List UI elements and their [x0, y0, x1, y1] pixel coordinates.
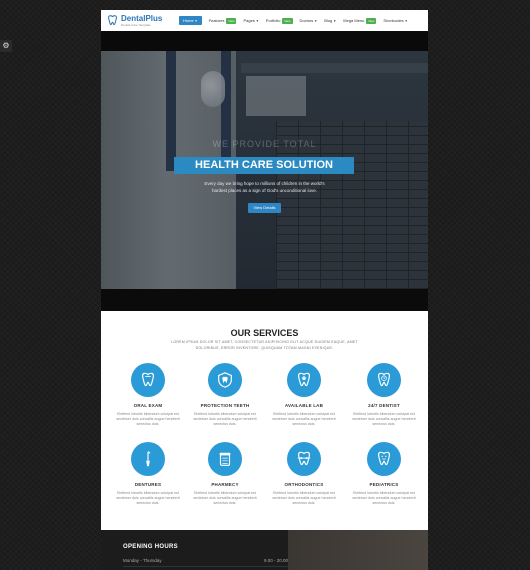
logo[interactable]: DentalPlus Dentist Care Template: [101, 14, 171, 27]
page-frame: DentalPlus Dentist Care Template Home ▼ F…: [101, 10, 428, 570]
service-card-protection-teeth[interactable]: PROTECTION TEETH Eleifend lobortis biben…: [190, 363, 260, 427]
service-card-orthodontics[interactable]: ORTHODONTICS Eleifend lobortis bibendum …: [269, 442, 339, 506]
service-title: ORTHODONTICS: [284, 482, 324, 487]
service-text: Eleifend lobortis bibendum volutpat est …: [193, 412, 257, 426]
service-card-dentures[interactable]: DENTURES Eleifend lobortis bibendum volu…: [113, 442, 183, 506]
header-bar: DentalPlus Dentist Care Template Home ▼ F…: [101, 10, 428, 31]
chevron-down-icon: ▼: [255, 18, 259, 23]
service-text: Eleifend lobortis bibendum volutpat est …: [272, 491, 336, 505]
pill-jar-icon: [208, 442, 242, 476]
tooth-icon: [108, 15, 117, 26]
nav-item-pages[interactable]: Pages ▼: [243, 18, 258, 23]
service-title: AVAILABLE LAB: [284, 403, 324, 408]
hours-time: 9.00 - 20.00: [263, 558, 288, 563]
service-text: Eleifend lobortis bibendum volutpat est …: [272, 412, 336, 426]
nav-label: Portfolio: [265, 18, 281, 23]
nav-label: Home: [183, 18, 194, 23]
header-spacer: [101, 31, 428, 51]
chevron-down-icon: ▼: [314, 18, 318, 23]
service-title: PHARMECY: [211, 482, 239, 487]
main-nav: Home ▼ Features New Pages ▼ Portfolio New Do…: [179, 10, 415, 31]
nav-item-home[interactable]: Home ▼: [179, 16, 202, 25]
nav-label: Mega Menu: [343, 18, 365, 23]
settings-toggle-button[interactable]: ⚙: [0, 40, 12, 52]
nav-item-shortcodes[interactable]: Shortcodes ▼: [383, 18, 407, 23]
logo-tagline: Dentist Care Template: [121, 22, 151, 27]
services-section: OUR SERVICES LOREM IPSUM DOLOR SIT AMET,…: [101, 311, 428, 530]
opening-hours-row: Monday - Thursday 9.00 - 20.00: [123, 558, 288, 567]
service-card-pharmecy[interactable]: PHARMECY Eleifend lobortis bibendum volu…: [190, 442, 260, 506]
tooth-clock-icon: [367, 363, 401, 397]
nav-label: Blog: [324, 18, 333, 23]
new-badge: New: [226, 17, 237, 24]
service-text: Eleifend lobortis bibendum volutpat est …: [116, 412, 180, 426]
service-title: DENTURES: [134, 482, 162, 487]
service-title: PEDIATRICS: [369, 482, 399, 487]
settings-icon: ⚙: [2, 41, 10, 50]
hero-title: HEALTH CARE SOLUTION: [174, 157, 354, 174]
hero-slider: WE PROVIDE TOTAL HEALTH CARE SOLUTION Ev…: [101, 51, 428, 289]
logo-name: DentalPlus: [121, 13, 163, 23]
chevron-down-icon: ▼: [404, 18, 408, 23]
service-card-pediatrics[interactable]: PEDIATRICS Eleifend lobortis bibendum vo…: [349, 442, 419, 506]
nav-item-mega-menu[interactable]: Mega Menu New: [343, 17, 377, 24]
shield-tooth-icon: [208, 363, 242, 397]
service-text: Eleifend lobortis bibendum volutpat est …: [352, 491, 416, 505]
nav-item-features[interactable]: Features New: [208, 17, 237, 24]
service-card-24-7-dentist[interactable]: 24/7 DENTIST Eleifend lobortis bibendum …: [349, 363, 419, 427]
new-badge: New: [366, 17, 377, 24]
service-card-available-lab[interactable]: AVAILABLE LAB Eleifend lobortis bibendum…: [269, 363, 339, 427]
hero-subtitle-line: Every day we bring hope to millions of c…: [204, 181, 325, 186]
hero-bottom-band: [101, 289, 428, 311]
service-title: PROTECTION TEETH: [200, 403, 250, 408]
nav-label: Shortcodes: [383, 18, 404, 23]
view-details-button[interactable]: View Details: [248, 203, 281, 213]
nav-label: Doctors: [299, 18, 314, 23]
service-text: Eleifend lobortis bibendum volutpat est …: [116, 491, 180, 505]
service-text: Eleifend lobortis bibendum volutpat est …: [352, 412, 416, 426]
hours-day: Monday - Thursday: [123, 558, 162, 563]
kid-tooth-icon: [367, 442, 401, 476]
nav-label: Features: [208, 18, 225, 23]
opening-hours-title: OPENING HOURS: [123, 544, 178, 550]
hero-subtitle-line: hardest places as a sign of God's uncond…: [212, 188, 317, 193]
service-title: 24/7 DENTIST: [368, 403, 400, 408]
service-card-oral-exam[interactable]: ORAL EXAM Eleifend lobortis bibendum vol…: [113, 363, 183, 427]
hero-subtitle: Every day we bring hope to millions of c…: [181, 180, 348, 194]
tooth-lab-icon: [287, 363, 321, 397]
hero-pretitle: WE PROVIDE TOTAL: [212, 139, 317, 149]
braces-icon: [287, 442, 321, 476]
chevron-down-icon: ▼: [194, 18, 198, 23]
section-title: OUR SERVICES: [230, 328, 299, 338]
opening-hours-photo: [288, 530, 428, 570]
new-badge: New: [282, 17, 293, 24]
section-intro: LOREM IPSUM DOLOR SIT AMET, CONSECTETUR …: [171, 340, 358, 350]
dental-tool-icon: [131, 442, 165, 476]
nav-item-portfolio[interactable]: Portfolio New: [265, 17, 293, 24]
nav-item-blog[interactable]: Blog ▼: [324, 18, 336, 23]
nav-label: Pages: [243, 18, 255, 23]
tooth-icon: [131, 363, 165, 397]
nav-item-doctors[interactable]: Doctors ▼: [300, 18, 318, 23]
service-title: ORAL EXAM: [133, 403, 163, 408]
opening-hours-panel: OPENING HOURS Monday - Thursday 9.00 - 2…: [101, 530, 288, 570]
chevron-down-icon: ▼: [333, 18, 337, 23]
service-text: Eleifend lobortis bibendum volutpat est …: [193, 491, 257, 505]
